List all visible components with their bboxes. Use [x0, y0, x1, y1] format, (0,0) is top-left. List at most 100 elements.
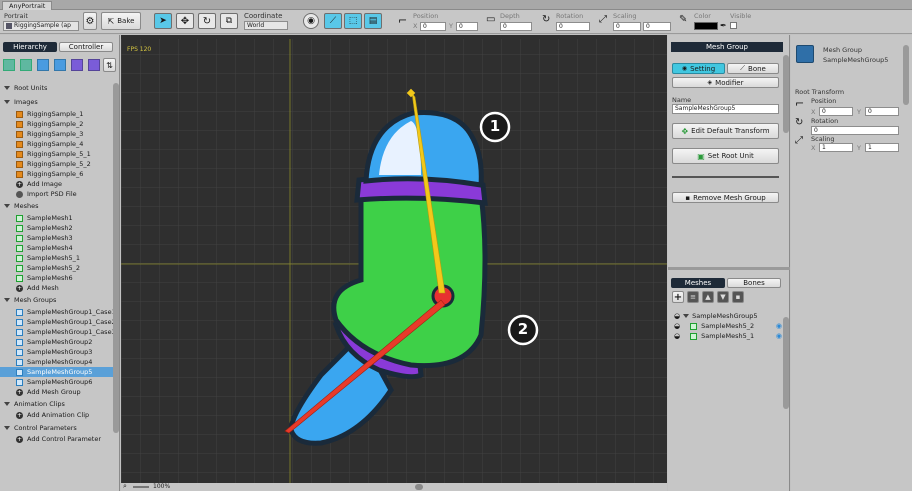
window-tab[interactable]: AnyPortrait — [2, 1, 53, 10]
sort-button[interactable]: ⇅ — [103, 58, 116, 72]
section-root-units[interactable]: Root Units — [4, 84, 47, 92]
mesh-group-item[interactable]: SampleMeshGroup6 — [0, 377, 114, 387]
mesh-item[interactable]: SampleMesh1 — [16, 213, 119, 223]
image-item[interactable]: RiggingSample_5_1 — [16, 149, 119, 159]
rotation-field[interactable]: 0 — [556, 22, 590, 31]
mesh-group-scrollbar[interactable] — [783, 55, 789, 133]
import-psd-button[interactable]: Import PSD File — [16, 189, 119, 199]
mesh-view-button[interactable]: ⬚ — [344, 13, 362, 29]
tree-child-mesh[interactable]: ◒ SampleMesh5_1 ◉ — [674, 331, 782, 341]
inspector-scrollbar[interactable] — [903, 45, 909, 105]
scaling-y-field[interactable]: 1 — [865, 143, 899, 152]
remove-child-button[interactable]: ▪ — [732, 291, 744, 303]
visible-checkbox[interactable] — [730, 22, 737, 29]
add-image-button[interactable]: + Add Image — [16, 179, 119, 189]
image-item[interactable]: RiggingSample_3 — [16, 129, 119, 139]
tab-meshes[interactable]: Meshes — [671, 278, 725, 288]
tab-hierarchy[interactable]: Hierarchy — [3, 42, 57, 52]
viewport[interactable]: 1 2 FPS 120 ⌕ 100% — [121, 35, 667, 491]
scaling-x-field[interactable]: 1 — [819, 143, 853, 152]
mesh-item[interactable]: SampleMesh5_2 — [16, 263, 119, 273]
section-mesh-groups[interactable]: Mesh Groups — [4, 296, 56, 304]
modifier-button[interactable]: ◈ Modifier — [672, 77, 779, 88]
mesh-item[interactable]: SampleMesh4 — [16, 243, 119, 253]
select-tool-button[interactable]: ➤ — [154, 13, 172, 29]
tree-child-mesh[interactable]: ◒ SampleMesh5_2 ◉ — [674, 321, 782, 331]
panel-splitter[interactable] — [668, 267, 790, 270]
filter-meshgroup-icon[interactable] — [37, 59, 49, 71]
rotation-field[interactable]: 0 — [811, 126, 899, 135]
bone-view-button[interactable]: ⟋ — [324, 13, 342, 29]
visibility-icon[interactable]: ◒ — [674, 322, 680, 330]
mesh-group-item[interactable]: SampleMeshGroup2 — [0, 337, 114, 347]
image-item[interactable]: RiggingSample_6 — [16, 169, 119, 179]
filter-mesh-icon[interactable] — [20, 59, 32, 71]
mesh-group-item[interactable]: SampleMeshGroup3 — [0, 347, 114, 357]
add-animation-clip-button[interactable]: + Add Animation Clip — [16, 410, 119, 420]
rotate-tool-button[interactable]: ↻ — [198, 13, 216, 29]
section-control-parameters[interactable]: Control Parameters — [4, 424, 77, 432]
mesh-item[interactable]: SampleMesh3 — [16, 233, 119, 243]
move-tool-button[interactable]: ✥ — [176, 13, 194, 29]
section-animation-clips[interactable]: Animation Clips — [4, 400, 65, 408]
physics-view-button[interactable]: ▤ — [364, 13, 382, 29]
mesh-group-item[interactable]: SampleMeshGroup4 — [0, 357, 114, 367]
image-item[interactable]: RiggingSample_5_2 — [16, 159, 119, 169]
filter-param-icon[interactable] — [71, 59, 83, 71]
position-y-field[interactable]: 0 — [865, 107, 899, 116]
scaling-y-field[interactable]: 0 — [643, 22, 671, 31]
tree-root-group[interactable]: ◒ SampleMeshGroup5 — [674, 311, 786, 321]
visibility-icon[interactable]: ◒ — [674, 312, 680, 320]
settings-button[interactable]: ⚙ — [83, 12, 97, 30]
image-item[interactable]: RiggingSample_4 — [16, 139, 119, 149]
zoom-slider[interactable] — [133, 486, 149, 488]
position-y-field[interactable]: 0 — [456, 22, 478, 31]
filter-animation-icon[interactable] — [54, 59, 66, 71]
horizontal-scroll-thumb[interactable] — [415, 484, 423, 490]
name-field[interactable]: SampleMeshGroup5 — [672, 104, 779, 114]
section-images[interactable]: Images — [4, 98, 38, 106]
visibility-icon[interactable]: ◒ — [674, 332, 680, 340]
edit-default-transform-button[interactable]: ✥ Edit Default Transform — [672, 123, 779, 139]
image-item[interactable]: RiggingSample_1 — [16, 109, 119, 119]
coordinate-select[interactable]: World — [244, 21, 288, 30]
mesh-group-item[interactable]: SampleMeshGroup5 — [0, 367, 114, 377]
eyedropper-icon[interactable]: ✒ — [720, 21, 727, 30]
mesh-group-item[interactable]: SampleMeshGroup1_Case3 — [0, 327, 116, 337]
mesh-item[interactable]: SampleMesh2 — [16, 223, 119, 233]
add-control-parameter-button[interactable]: + Add Control Parameter — [16, 434, 119, 444]
layer-button[interactable]: ≡ — [687, 291, 699, 303]
position-x-field[interactable]: 0 — [819, 107, 853, 116]
move-down-button[interactable]: ▼ — [717, 291, 729, 303]
mesh-group-item[interactable]: SampleMeshGroup1_Case1 — [0, 307, 116, 317]
filter-image-icon[interactable] — [3, 59, 15, 71]
scale-tool-button[interactable]: ⧉ — [220, 13, 238, 29]
tab-bone[interactable]: ⟋ Bone — [727, 63, 779, 74]
meshes-scrollbar[interactable] — [783, 317, 789, 409]
color-swatch[interactable] — [694, 22, 718, 30]
bake-button[interactable]: ⇱ Bake — [101, 12, 141, 30]
add-mesh-group-button[interactable]: + Add Mesh Group — [16, 387, 119, 397]
add-child-button[interactable]: + — [672, 291, 684, 303]
scaling-x-field[interactable]: 0 — [613, 22, 641, 31]
mesh-item[interactable]: SampleMesh6 — [16, 273, 119, 283]
viewport-canvas[interactable] — [121, 35, 667, 491]
mesh-group-item[interactable]: SampleMeshGroup1_Case2 — [0, 317, 116, 327]
tab-controller[interactable]: Controller — [59, 42, 113, 52]
mesh-item[interactable]: SampleMesh5_1 — [16, 253, 119, 263]
filter-person-icon[interactable] — [88, 59, 100, 71]
add-mesh-button[interactable]: + Add Mesh — [16, 283, 119, 293]
depth-field[interactable]: 0 — [500, 22, 532, 31]
onion-button[interactable]: ◉ — [303, 13, 319, 29]
eye-icon[interactable]: ◉ — [776, 322, 782, 330]
eye-icon[interactable]: ◉ — [776, 332, 782, 340]
portrait-select[interactable]: RiggingSample (ap — [3, 21, 79, 31]
remove-mesh-group-button[interactable]: ▪ Remove Mesh Group — [672, 192, 779, 203]
section-meshes[interactable]: Meshes — [4, 202, 39, 210]
tab-bones[interactable]: Bones — [727, 278, 781, 288]
set-root-unit-button[interactable]: ▣ Set Root Unit — [672, 148, 779, 164]
move-up-button[interactable]: ▲ — [702, 291, 714, 303]
image-item[interactable]: RiggingSample_2 — [16, 119, 119, 129]
position-x-field[interactable]: 0 — [420, 22, 446, 31]
hierarchy-scrollbar[interactable] — [113, 83, 119, 433]
